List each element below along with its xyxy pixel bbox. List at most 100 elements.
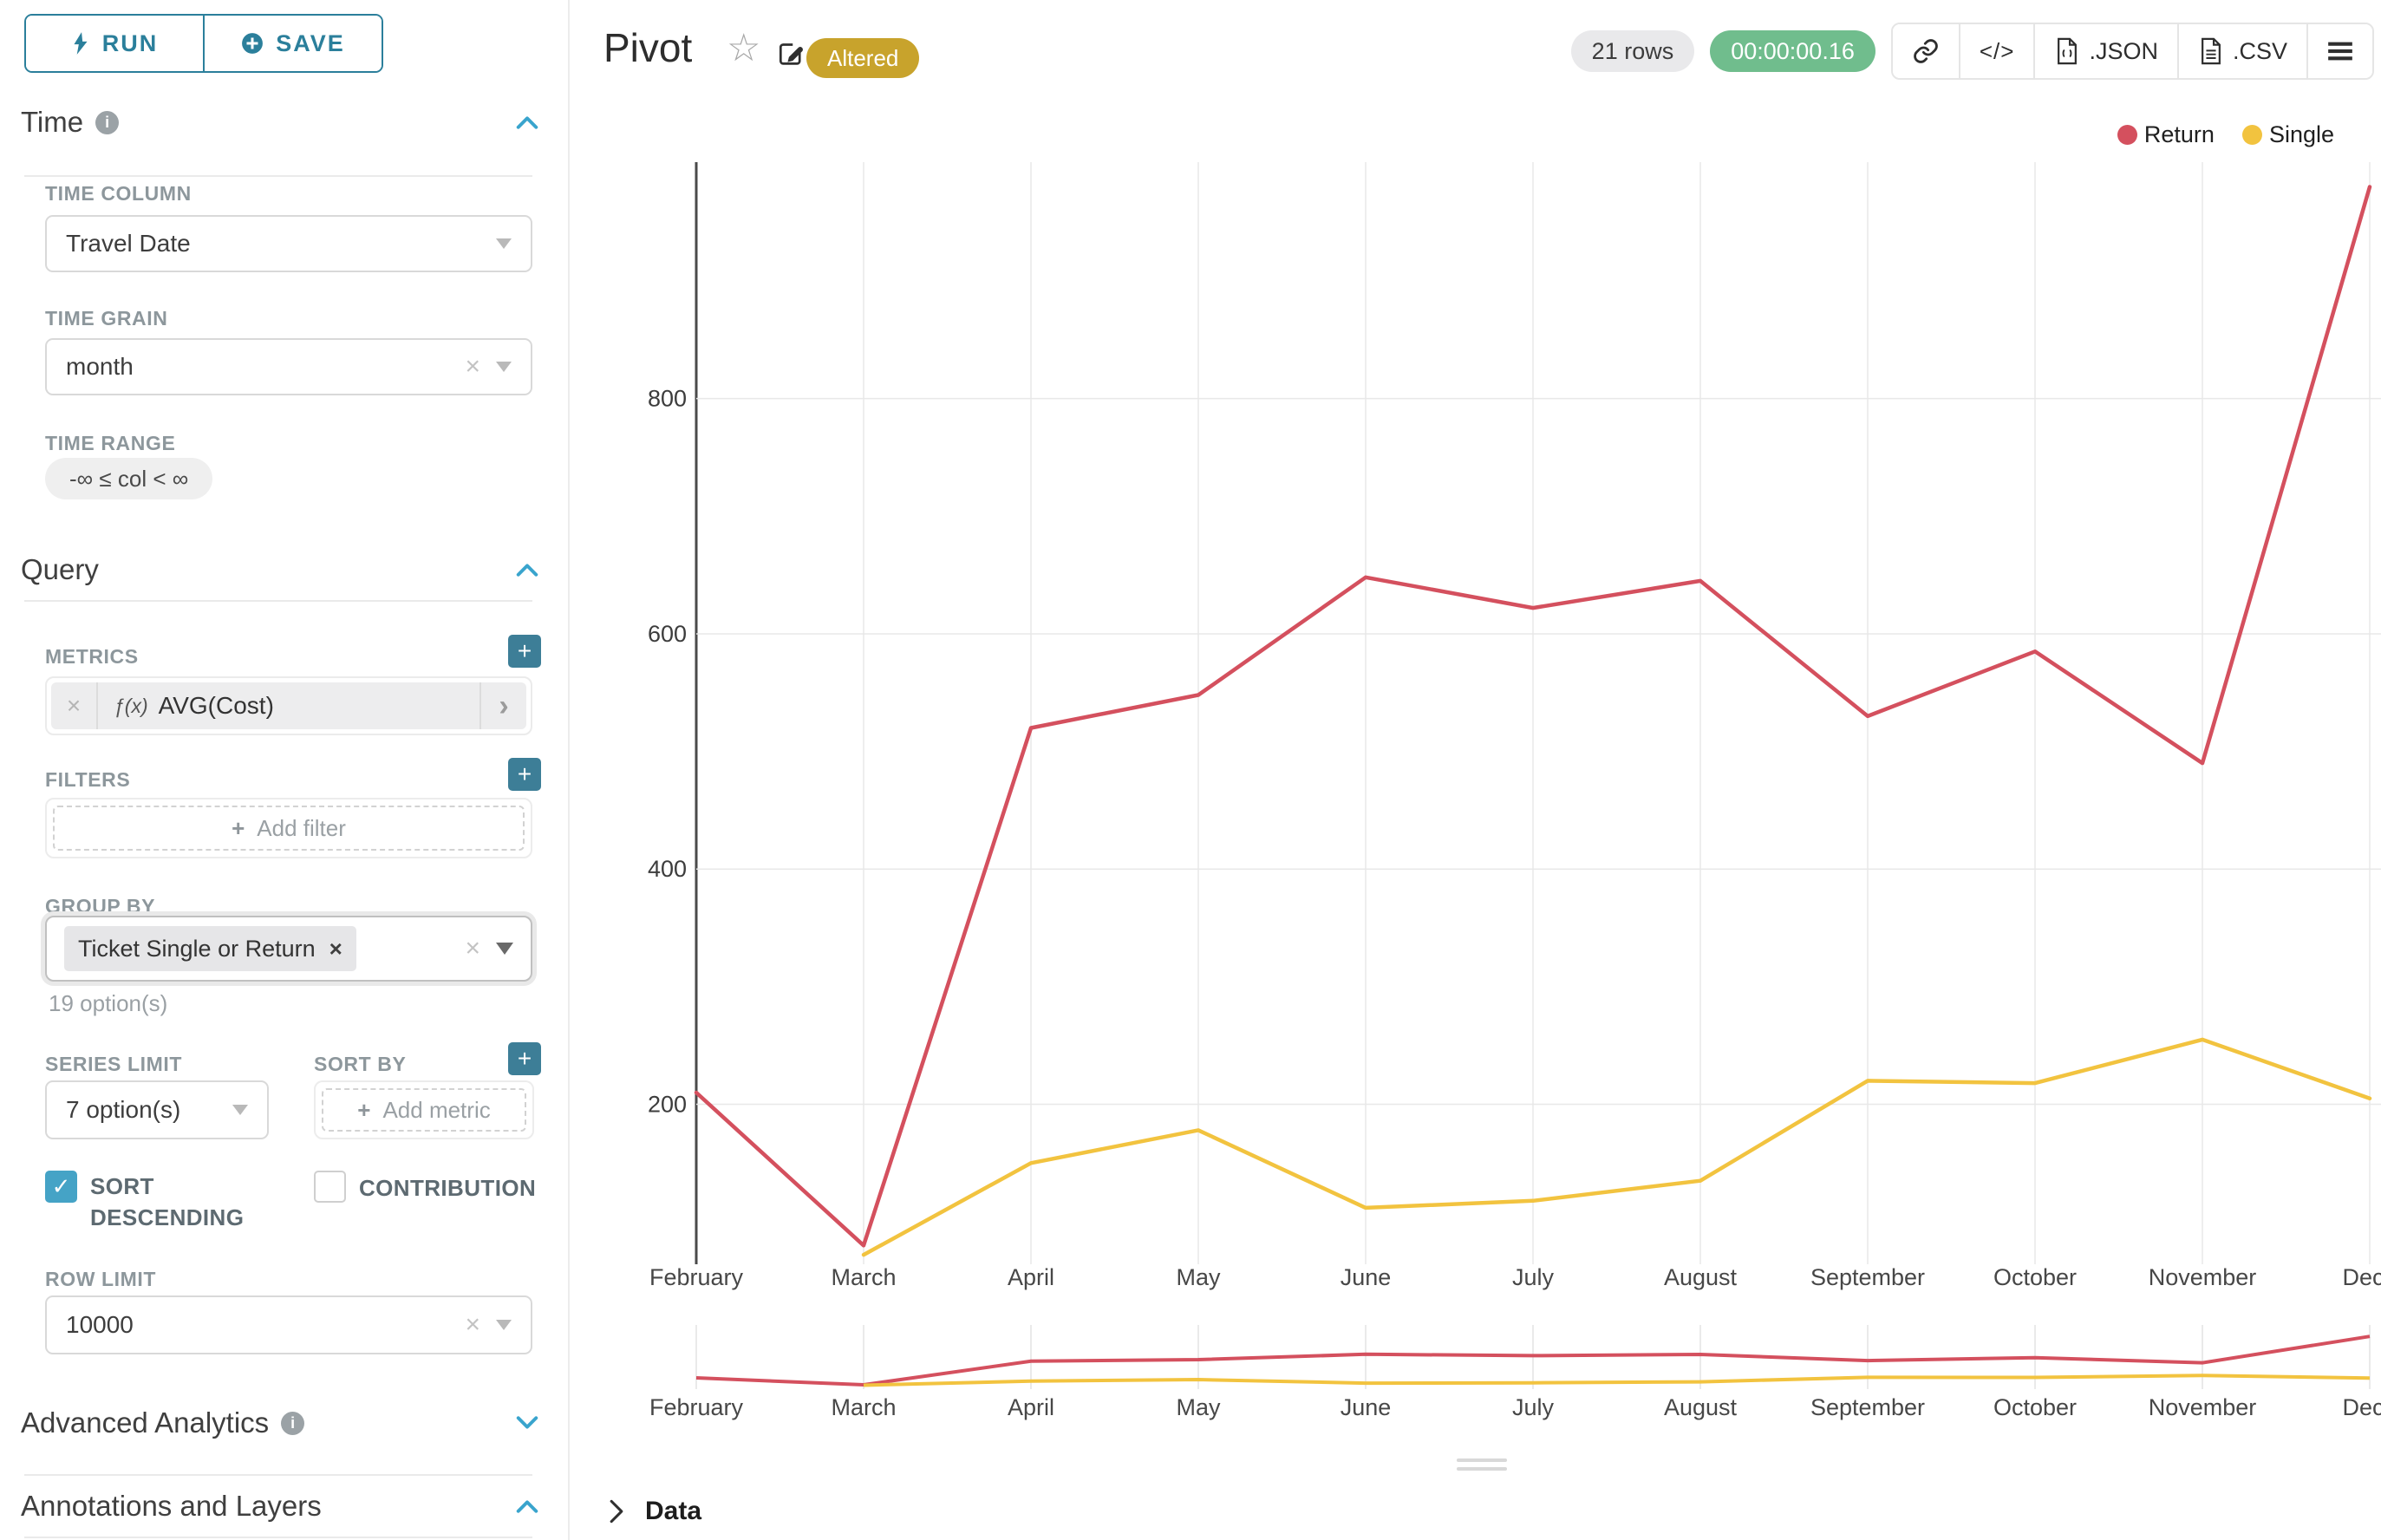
row-limit-select[interactable]: 10000 ×: [45, 1295, 532, 1354]
more-options-button[interactable]: [2306, 24, 2372, 78]
data-panel-toggle[interactable]: Data: [607, 1497, 701, 1526]
check-icon: ✓: [52, 1173, 71, 1200]
mini-x-axis-label: February: [649, 1394, 744, 1420]
sort-by-placeholder: Add metric: [382, 1097, 490, 1124]
group-by-options-hint: 19 option(s): [49, 990, 167, 1017]
add-filter-placeholder: Add filter: [257, 815, 346, 842]
time-range-pill[interactable]: -∞ ≤ col < ∞: [45, 458, 212, 499]
export-csv-button[interactable]: .CSV: [2177, 24, 2306, 78]
section-title: Time: [21, 106, 83, 139]
series-limit-select[interactable]: 7 option(s): [45, 1080, 269, 1139]
time-range-label: TIME RANGE: [45, 432, 175, 455]
plus-icon: +: [357, 1097, 370, 1124]
superset-explore-page: RUN SAVE Time i TIME COLUMN Travel Date …: [0, 0, 2381, 1540]
chevron-up-icon[interactable]: [516, 563, 538, 577]
section-header-annotations[interactable]: Annotations and Layers: [21, 1490, 538, 1523]
chart-title: Pivot: [603, 24, 692, 71]
json-button-label: .JSON: [2089, 38, 2158, 65]
export-json-button[interactable]: .JSON: [2033, 24, 2177, 78]
mini-x-axis-label: November: [2149, 1394, 2257, 1420]
vertical-gridlines: [696, 162, 2370, 1264]
x-axis-label: September: [1810, 1264, 1925, 1290]
section-title: Advanced Analytics: [21, 1406, 269, 1439]
contribution-label: CONTRIBUTION: [359, 1172, 536, 1204]
contribution-checkbox[interactable]: ✓: [314, 1171, 346, 1203]
series-line-single[interactable]: [864, 1040, 2370, 1255]
time-grain-select[interactable]: month ×: [45, 338, 532, 395]
sort-descending-checkbox[interactable]: ✓: [45, 1171, 77, 1203]
save-button-label: SAVE: [276, 30, 345, 57]
clear-icon[interactable]: ×: [465, 1312, 480, 1338]
x-axis-label: June: [1341, 1264, 1392, 1290]
chevron-up-icon[interactable]: [516, 1499, 538, 1513]
metrics-label: METRICS: [45, 645, 139, 669]
fx-icon: ƒ(x): [114, 695, 148, 718]
section-header-query[interactable]: Query: [21, 553, 538, 586]
link-icon: [1912, 37, 1940, 65]
group-by-select[interactable]: Ticket Single or Return × ×: [45, 916, 532, 982]
chevron-down-icon[interactable]: [516, 1416, 538, 1430]
plus-icon: +: [518, 760, 532, 788]
legend-dot-return: [2117, 125, 2137, 145]
time-column-select[interactable]: Travel Date: [45, 215, 532, 272]
add-sort-metric-button[interactable]: +: [508, 1042, 541, 1075]
remove-tag-icon[interactable]: ×: [329, 936, 342, 962]
sort-by-container: + Add metric: [314, 1080, 534, 1139]
embed-code-button[interactable]: </>: [1959, 24, 2034, 78]
caret-down-icon: [496, 1320, 512, 1330]
file-json-icon: [2054, 37, 2080, 65]
section-header-time[interactable]: Time i: [21, 106, 538, 139]
x-axis-label: July: [1512, 1264, 1555, 1290]
copy-link-button[interactable]: [1893, 24, 1959, 78]
chart-legend: Return Single: [2117, 121, 2334, 148]
metric-pill[interactable]: × ƒ(x) AVG(Cost) ›: [51, 682, 526, 729]
info-icon: i: [95, 111, 119, 134]
time-grain-value: month: [66, 353, 134, 381]
altered-badge-label: Altered: [827, 45, 898, 72]
mini-overview-chart[interactable]: FebruaryMarchAprilMayJuneJulyAugustSepte…: [649, 1325, 2381, 1420]
x-axis-label: November: [2149, 1264, 2257, 1290]
row-limit-label: ROW LIMIT: [45, 1268, 156, 1291]
y-axis-label: 800: [648, 386, 687, 412]
x-axis-label: April: [1008, 1264, 1054, 1290]
legend-dot-single: [2242, 125, 2262, 145]
chevron-up-icon[interactable]: [516, 115, 538, 129]
plus-icon: +: [518, 1045, 532, 1073]
row-limit-value: 10000: [66, 1311, 134, 1339]
row-count-badge: 21 rows: [1571, 30, 1695, 72]
plus-icon: +: [232, 815, 245, 842]
add-filter-dropzone[interactable]: + Add filter: [53, 806, 525, 851]
favorite-star-icon[interactable]: ☆: [727, 26, 760, 70]
mini-x-axis-label: September: [1810, 1394, 1925, 1420]
section-title: Annotations and Layers: [21, 1490, 322, 1523]
altered-badge[interactable]: Altered: [806, 38, 919, 78]
remove-metric-icon[interactable]: ×: [51, 682, 98, 729]
add-filter-button[interactable]: +: [508, 758, 541, 791]
legend-item-return[interactable]: Return: [2117, 121, 2215, 148]
plus-icon: +: [518, 637, 532, 665]
divider: [24, 175, 532, 177]
clear-icon[interactable]: ×: [465, 936, 480, 962]
section-header-advanced-analytics[interactable]: Advanced Analytics i: [21, 1406, 538, 1439]
panel-resize-handle[interactable]: [1457, 1458, 1507, 1476]
legend-item-single[interactable]: Single: [2242, 121, 2334, 148]
group-by-tag-label: Ticket Single or Return: [78, 936, 316, 962]
y-axis-label: 200: [648, 1092, 687, 1118]
chevron-right-icon[interactable]: ›: [479, 682, 526, 729]
divider: [24, 1537, 532, 1538]
x-axis-label: March: [831, 1264, 896, 1290]
run-button[interactable]: RUN: [26, 16, 203, 71]
run-save-buttons: RUN SAVE: [24, 14, 383, 73]
sort-descending-label: SORT DESCENDING: [90, 1171, 264, 1233]
time-grain-label: TIME GRAIN: [45, 307, 167, 330]
export-toolbar: </> .JSON .CSV: [1891, 23, 2374, 80]
plus-circle-icon: [241, 32, 264, 55]
save-button[interactable]: SAVE: [203, 16, 382, 71]
add-sort-metric-dropzone[interactable]: + Add metric: [322, 1088, 526, 1132]
add-metric-button[interactable]: +: [508, 635, 541, 668]
group-by-tag: Ticket Single or Return ×: [64, 926, 356, 971]
edit-properties-icon[interactable]: [775, 38, 806, 74]
clear-icon[interactable]: ×: [465, 354, 480, 380]
x-axis-label: August: [1664, 1264, 1738, 1290]
mini-series-single: [864, 1375, 2370, 1385]
